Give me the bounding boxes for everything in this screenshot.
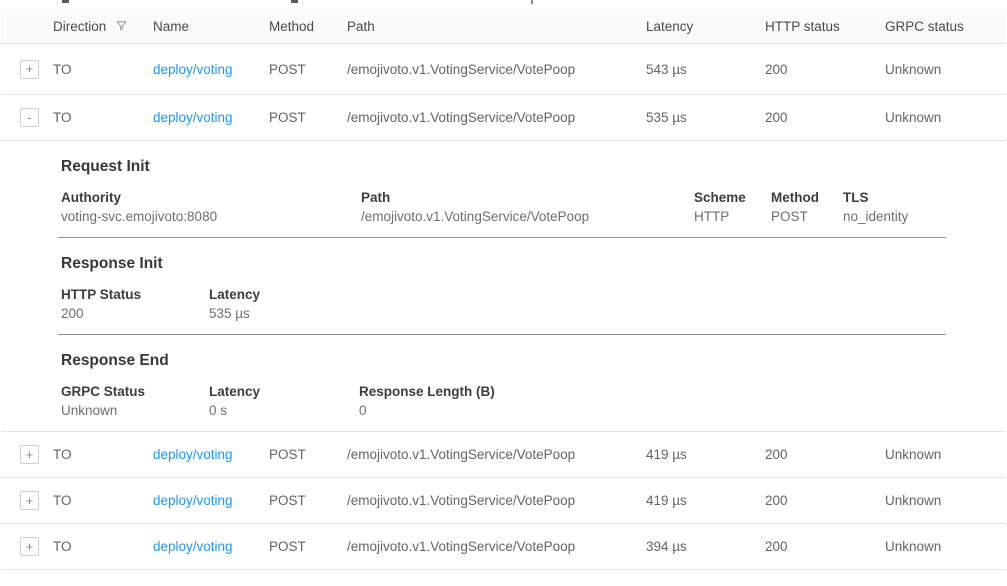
- response-length-label: Response Length (B): [359, 384, 1006, 399]
- expand-row-button[interactable]: +: [20, 537, 39, 556]
- expand-row-button[interactable]: +: [20, 60, 39, 79]
- method-value: POST: [269, 110, 347, 125]
- path-field: Path /emojivoto.v1.VotingService/VotePoo…: [361, 190, 694, 224]
- resource-link[interactable]: deploy/voting: [153, 447, 233, 462]
- grpc-status-value: Unknown: [61, 403, 209, 418]
- direction-value: TO: [53, 62, 153, 77]
- latency-value: 419 µs: [646, 447, 765, 462]
- direction-value: TO: [53, 447, 153, 462]
- latency-value: 394 µs: [646, 539, 765, 554]
- method-value: POST: [269, 493, 347, 508]
- column-header-grpc-status: GRPC status: [885, 19, 1006, 34]
- latency-value: 543 µs: [646, 62, 765, 77]
- column-header-direction: Direction: [53, 19, 153, 35]
- http-status-value: 200: [61, 306, 209, 321]
- grpc-status-value: Unknown: [885, 110, 1006, 125]
- path-value: /emojivoto.v1.VotingService/VotePoop: [347, 447, 646, 462]
- latency-value: 535 µs: [209, 306, 1006, 321]
- expanded-row-detail: Request Init Authority voting-svc.emojiv…: [1, 141, 1006, 432]
- table-row: + TO deploy/voting POST /emojivoto.v1.Vo…: [1, 432, 1006, 478]
- method-label: Method: [771, 190, 843, 205]
- response-length-value: 0: [359, 403, 1006, 418]
- column-header-method: Method: [269, 19, 347, 34]
- http-status-value: 200: [765, 539, 885, 554]
- grpc-status-field: GRPC Status Unknown: [61, 384, 209, 418]
- table-header-row: Direction Name Method Path Latency HTTP …: [1, 10, 1006, 44]
- latency-label: Latency: [209, 287, 1006, 302]
- direction-value: TO: [53, 493, 153, 508]
- latency-value: 535 µs: [646, 110, 765, 125]
- method-value: POST: [269, 539, 347, 554]
- path-label: Path: [361, 190, 694, 205]
- method-value: POST: [771, 209, 843, 224]
- method-value: POST: [269, 62, 347, 77]
- latency-value: 0 s: [209, 403, 359, 418]
- column-header-latency: Latency: [646, 19, 765, 34]
- http-status-label: HTTP Status: [61, 287, 209, 302]
- http-status-field: HTTP Status 200: [61, 287, 209, 321]
- authority-value: voting-svc.emojivoto:8080: [61, 209, 361, 224]
- direction-value: TO: [53, 539, 153, 554]
- method-field: Method POST: [771, 190, 843, 224]
- path-value: /emojivoto.v1.VotingService/VotePoop: [347, 539, 646, 554]
- response-init-title: Response Init: [61, 238, 1006, 273]
- resource-link[interactable]: deploy/voting: [153, 110, 233, 125]
- response-end-fields: GRPC Status Unknown Latency 0 s Response…: [61, 384, 1006, 418]
- http-status-value: 200: [765, 62, 885, 77]
- latency-label: Latency: [209, 384, 359, 399]
- request-init-fields: Authority voting-svc.emojivoto:8080 Path…: [61, 190, 1006, 224]
- method-value: POST: [269, 447, 347, 462]
- filter-funnel-icon[interactable]: [115, 19, 128, 35]
- clipped-content-strip: [0, 0, 1007, 10]
- expand-row-button[interactable]: +: [20, 491, 39, 510]
- cutoff-text-fragment: [531, 0, 533, 4]
- collapse-row-button[interactable]: -: [20, 108, 39, 127]
- direction-value: TO: [53, 110, 153, 125]
- direction-header-label: Direction: [53, 19, 106, 34]
- latency-field: Latency 0 s: [209, 384, 359, 418]
- resource-link[interactable]: deploy/voting: [153, 539, 233, 554]
- latency-field: Latency 535 µs: [209, 287, 1006, 321]
- grpc-status-value: Unknown: [885, 539, 1006, 554]
- tls-field: TLS no_identity: [843, 190, 1006, 224]
- tls-value: no_identity: [843, 209, 1006, 224]
- resource-link[interactable]: deploy/voting: [153, 493, 233, 508]
- table-row: + TO deploy/voting POST /emojivoto.v1.Vo…: [1, 44, 1006, 95]
- path-value: /emojivoto.v1.VotingService/VotePoop: [347, 493, 646, 508]
- column-header-path: Path: [347, 19, 646, 34]
- tls-label: TLS: [843, 190, 1006, 205]
- response-end-title: Response End: [61, 335, 1006, 370]
- scheme-label: Scheme: [694, 190, 771, 205]
- path-value: /emojivoto.v1.VotingService/VotePoop: [361, 209, 694, 224]
- table-row-expanded: - TO deploy/voting POST /emojivoto.v1.Vo…: [1, 95, 1006, 141]
- response-init-fields: HTTP Status 200 Latency 535 µs: [61, 287, 1006, 321]
- column-header-name: Name: [153, 19, 269, 34]
- cutoff-text-fragment: [62, 0, 69, 3]
- grpc-status-label: GRPC Status: [61, 384, 209, 399]
- column-header-http-status: HTTP status: [765, 19, 885, 34]
- scheme-value: HTTP: [694, 209, 771, 224]
- http-status-value: 200: [765, 110, 885, 125]
- authority-label: Authority: [61, 190, 361, 205]
- response-length-field: Response Length (B) 0: [359, 384, 1006, 418]
- grpc-status-value: Unknown: [885, 62, 1006, 77]
- authority-field: Authority voting-svc.emojivoto:8080: [61, 190, 361, 224]
- path-value: /emojivoto.v1.VotingService/VotePoop: [347, 110, 646, 125]
- resource-link[interactable]: deploy/voting: [153, 62, 233, 77]
- scheme-field: Scheme HTTP: [694, 190, 771, 224]
- path-value: /emojivoto.v1.VotingService/VotePoop: [347, 62, 646, 77]
- expand-row-button[interactable]: +: [20, 445, 39, 464]
- table-row: + TO deploy/voting POST /emojivoto.v1.Vo…: [1, 524, 1006, 570]
- http-status-value: 200: [765, 493, 885, 508]
- grpc-status-value: Unknown: [885, 447, 1006, 462]
- http-status-value: 200: [765, 447, 885, 462]
- table-row: + TO deploy/voting POST /emojivoto.v1.Vo…: [1, 478, 1006, 524]
- cutoff-text-fragment: [291, 0, 298, 3]
- request-init-title: Request Init: [61, 141, 1006, 176]
- latency-value: 419 µs: [646, 493, 765, 508]
- grpc-status-value: Unknown: [885, 493, 1006, 508]
- tap-results-table: Direction Name Method Path Latency HTTP …: [1, 10, 1006, 570]
